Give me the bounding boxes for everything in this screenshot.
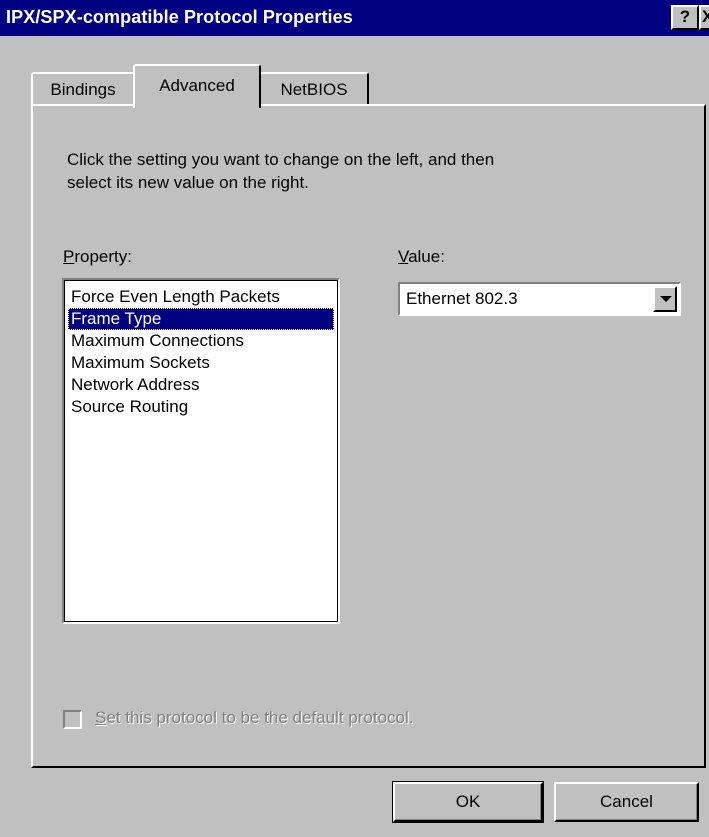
instructions-text: Click the setting you want to change on … [67, 150, 495, 192]
list-item-maximum-sockets[interactable]: Maximum Sockets [68, 352, 334, 374]
chevron-down-icon[interactable] [653, 286, 677, 312]
value-label-mnemonic: V [398, 247, 409, 266]
list-item-maximum-connections[interactable]: Maximum Connections [68, 330, 334, 352]
value-dropdown[interactable]: Ethernet 802.3 [398, 282, 681, 316]
ok-button[interactable]: OK [392, 781, 544, 823]
default-protocol-label-text: et this protocol to be the default proto… [106, 708, 414, 727]
property-label-text: roperty: [74, 247, 132, 266]
list-item-force-even-length-packets[interactable]: Force Even Length Packets [68, 286, 334, 308]
tab-advanced-label: Advanced [159, 76, 235, 95]
default-protocol-checkbox[interactable] [63, 710, 82, 729]
tab-netbios[interactable]: NetBIOS [259, 72, 369, 106]
tab-netbios-label: NetBIOS [280, 80, 348, 99]
value-label: Value: [398, 247, 445, 267]
list-item-source-routing[interactable]: Source Routing [68, 396, 334, 418]
property-label-mnemonic: P [63, 247, 75, 266]
help-icon: ? [679, 7, 691, 26]
tab-advanced[interactable]: Advanced [133, 64, 261, 108]
value-dropdown-selected: Ethernet 802.3 [406, 289, 518, 308]
dialog-window: IPX/SPX-compatible Protocol Properties ?… [0, 0, 709, 837]
list-item-network-address[interactable]: Network Address [68, 374, 334, 396]
help-button[interactable]: ? [671, 5, 699, 30]
close-icon: X [702, 7, 709, 26]
value-label-text: alue: [408, 247, 445, 266]
cancel-button[interactable]: Cancel [554, 782, 699, 822]
default-protocol-label: Set this protocol to be the default prot… [95, 708, 413, 728]
property-listbox[interactable]: Force Even Length Packets Frame Type Max… [62, 278, 340, 624]
tab-bindings[interactable]: Bindings [31, 72, 135, 106]
property-label: Property: [63, 247, 132, 267]
title-bar[interactable]: IPX/SPX-compatible Protocol Properties ?… [0, 0, 709, 36]
window-title: IPX/SPX-compatible Protocol Properties [6, 7, 353, 27]
tab-bindings-label: Bindings [50, 80, 116, 99]
advanced-tab-panel: Click the setting you want to change on … [31, 104, 706, 768]
cancel-button-label: Cancel [600, 792, 653, 811]
close-button[interactable]: X [699, 5, 709, 30]
ok-button-label: OK [455, 792, 481, 811]
default-protocol-label-mnemonic: S [95, 708, 107, 727]
list-item-frame-type[interactable]: Frame Type [68, 308, 334, 330]
